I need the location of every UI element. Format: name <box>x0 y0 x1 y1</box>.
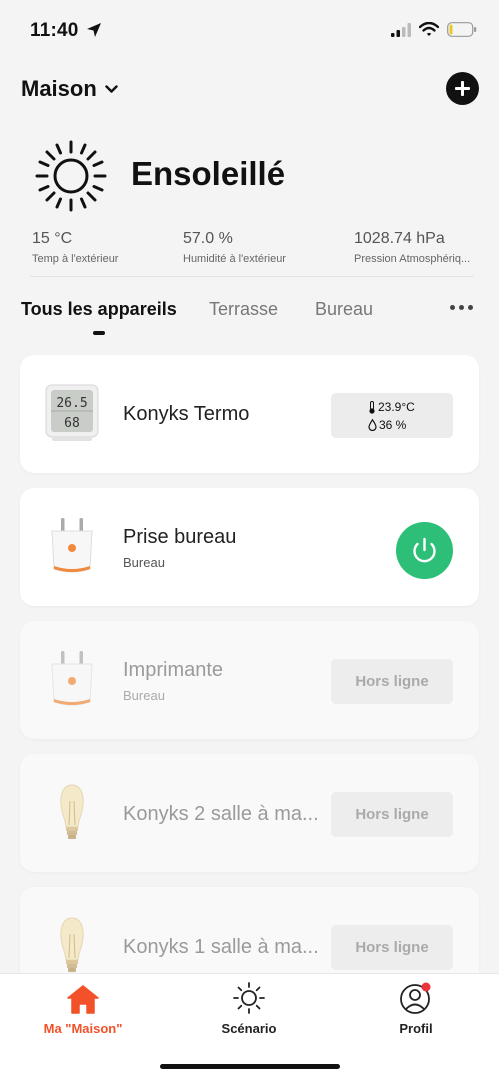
home-icon <box>67 985 99 1014</box>
status-bar: 11:40 <box>0 0 499 62</box>
device-room: Bureau <box>123 688 165 703</box>
nav-scenario-label: Scénario <box>221 1021 277 1036</box>
outdoor-humidity-label: Humidité à l'extérieur <box>183 253 286 265</box>
power-toggle-button[interactable] <box>396 522 453 579</box>
home-indicator <box>160 1064 340 1069</box>
tab-all-devices[interactable]: Tous les appareils <box>21 299 177 320</box>
more-options-icon[interactable] <box>450 305 473 310</box>
device-card-konyks-termo[interactable]: 26.5 68 Konyks Termo 23.9°C 36 % <box>20 355 479 473</box>
location-arrow-icon <box>87 23 101 37</box>
outdoor-temperature: 15 °C Temp à l'extérieur <box>32 230 118 265</box>
sun-icon <box>233 982 265 1014</box>
status-icons <box>391 22 477 37</box>
smart-plug-device-image <box>51 651 93 706</box>
profile-icon <box>400 982 431 1014</box>
active-tab-indicator <box>93 331 105 335</box>
outdoor-humidity: 57.0 % Humidité à l'extérieur <box>183 230 286 265</box>
sensor-readings: 23.9°C 36 % <box>331 393 453 438</box>
outdoor-temperature-value: 15 °C <box>32 230 73 247</box>
divider <box>30 276 474 277</box>
light-bulb-device-image <box>60 917 84 972</box>
light-bulb-device-image <box>60 784 84 839</box>
device-name: Konyks Termo <box>123 403 250 425</box>
atmospheric-pressure-value: 1028.74 hPa <box>354 230 445 247</box>
power-icon <box>413 537 436 563</box>
battery-icon <box>447 22 477 37</box>
device-card-imprimante[interactable]: Imprimante Bureau Hors ligne <box>20 621 479 739</box>
nav-profile-label: Profil <box>399 1021 433 1036</box>
outdoor-humidity-value: 57.0 % <box>183 230 233 247</box>
device-card-prise-bureau[interactable]: Prise bureau Bureau <box>20 488 479 606</box>
device-name: Konyks 1 salle à ma... <box>123 936 319 958</box>
status-time: 11:40 <box>30 20 79 41</box>
thermometer-screen-bottom: 68 <box>64 416 80 431</box>
device-card-konyks-2[interactable]: Konyks 2 salle à ma... Hors ligne <box>20 754 479 872</box>
atmospheric-pressure-label: Pression Atmosphériq... <box>354 253 471 265</box>
smart-plug-device-image <box>51 518 93 573</box>
device-name: Imprimante <box>123 659 224 681</box>
thermometer-icon <box>369 400 375 414</box>
thermometer-screen-top: 26.5 <box>56 396 87 411</box>
device-name: Konyks 2 salle à ma... <box>123 803 319 825</box>
humidity-drop-icon <box>368 419 377 431</box>
tab-bureau[interactable]: Bureau <box>315 299 373 320</box>
thermometer-device-image: 26.5 68 <box>45 384 99 441</box>
offline-status: Hors ligne <box>331 659 453 704</box>
weather-condition: Ensoleillé <box>131 155 286 192</box>
atmospheric-pressure: 1028.74 hPa Pression Atmosphériq... <box>354 230 470 265</box>
notification-badge <box>421 982 431 992</box>
sunny-weather-icon <box>35 140 107 212</box>
home-name: Maison <box>21 76 97 101</box>
nav-my-home-label: Ma "Maison" <box>43 1021 123 1036</box>
device-name: Prise bureau <box>123 526 237 548</box>
offline-status: Hors ligne <box>331 792 453 837</box>
offline-status: Hors ligne <box>331 925 453 970</box>
outdoor-temperature-label: Temp à l'extérieur <box>32 253 119 265</box>
tab-terrasse[interactable]: Terrasse <box>209 299 278 320</box>
temperature-reading: 23.9°C <box>378 400 415 414</box>
cellular-signal-icon <box>391 22 411 37</box>
humidity-reading: 36 % <box>379 418 407 432</box>
add-device-button[interactable] <box>446 72 479 105</box>
home-selector[interactable]: Maison <box>21 76 118 102</box>
wifi-icon <box>419 22 439 36</box>
device-room: Bureau <box>123 555 165 570</box>
chevron-down-icon <box>105 84 118 93</box>
